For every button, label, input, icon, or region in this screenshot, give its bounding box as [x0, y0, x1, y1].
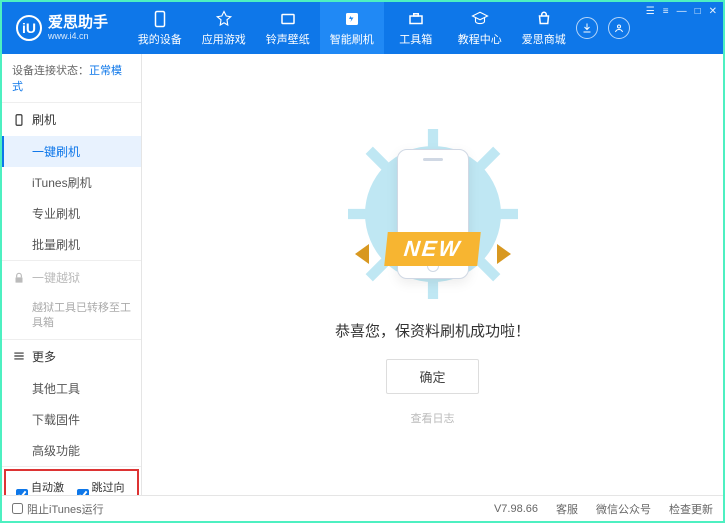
view-log-link[interactable]: 查看日志 — [411, 410, 455, 426]
success-illustration: NEW — [343, 124, 523, 304]
sidebar-item-oneclick-flash[interactable]: 一键刷机 — [2, 136, 141, 167]
sidebar-item-other-tools[interactable]: 其他工具 — [2, 373, 141, 404]
ribbon-end — [355, 244, 369, 264]
menu-icon[interactable]: ☰ — [646, 6, 655, 17]
lock-icon — [12, 271, 26, 285]
nav-label: 教程中心 — [458, 31, 502, 47]
top-nav: 我的设备 应用游戏 铃声壁纸 智能刷机 工具箱 教程中心 爱思商城 — [128, 2, 576, 54]
nav-my-device[interactable]: 我的设备 — [128, 2, 192, 54]
sidebar-head-label: 一键越狱 — [32, 269, 80, 286]
minimize-icon[interactable]: — — [677, 6, 687, 17]
maximize-icon[interactable]: □ — [695, 6, 701, 17]
main-content: NEW 恭喜您，保资料刷机成功啦！ 确定 查看日志 — [142, 54, 723, 495]
sidebar-jailbreak-note: 越狱工具已转移至工具箱 — [2, 294, 141, 339]
sidebar-item-batch-flash[interactable]: 批量刷机 — [2, 229, 141, 260]
nav-label: 爱思商城 — [522, 31, 566, 47]
nav-smart-flash[interactable]: 智能刷机 — [320, 2, 384, 54]
brand-url: www.i4.cn — [48, 31, 108, 41]
new-banner: NEW — [384, 232, 481, 266]
ribbon-end — [497, 244, 511, 264]
nav-label: 工具箱 — [399, 31, 432, 47]
sidebar: 设备连接状态：正常模式 刷机 一键刷机 iTunes刷机 专业刷机 批量刷机 一… — [2, 54, 142, 495]
download-button[interactable] — [576, 17, 598, 39]
skip-guide-checkbox[interactable]: 跳过向导 — [77, 479, 128, 495]
sidebar-head-label: 刷机 — [32, 111, 56, 128]
nav-apps[interactable]: 应用游戏 — [192, 2, 256, 54]
nav-ringtones[interactable]: 铃声壁纸 — [256, 2, 320, 54]
sidebar-head-jailbreak: 一键越狱 — [2, 261, 141, 294]
close-icon[interactable]: ✕ — [709, 6, 717, 17]
connection-status: 设备连接状态：正常模式 — [2, 54, 141, 103]
block-itunes-checkbox[interactable]: 阻止iTunes运行 — [12, 501, 104, 517]
nav-label: 我的设备 — [138, 31, 182, 47]
service-link[interactable]: 客服 — [556, 501, 578, 517]
flash-options: 自动激活 跳过向导 — [4, 469, 139, 495]
nav-label: 铃声壁纸 — [266, 31, 310, 47]
checkbox-label: 跳过向导 — [92, 479, 128, 495]
nav-label: 智能刷机 — [330, 31, 374, 47]
checkbox-label: 阻止iTunes运行 — [27, 501, 104, 517]
window-controls: ☰ ≡ — □ ✕ — [640, 2, 723, 54]
sidebar-head-more[interactable]: 更多 — [2, 340, 141, 373]
settings-icon[interactable]: ≡ — [663, 6, 669, 17]
nav-toolbox[interactable]: 工具箱 — [384, 2, 448, 54]
footer: 阻止iTunes运行 V7.98.66 客服 微信公众号 检查更新 — [2, 495, 723, 521]
conn-label: 设备连接状态： — [12, 65, 89, 77]
logo-icon: iU — [16, 15, 42, 41]
wechat-link[interactable]: 微信公众号 — [596, 501, 651, 517]
version-label: V7.98.66 — [494, 503, 538, 515]
sidebar-item-download-firmware[interactable]: 下载固件 — [2, 404, 141, 435]
nav-label: 应用游戏 — [202, 31, 246, 47]
sidebar-item-pro-flash[interactable]: 专业刷机 — [2, 198, 141, 229]
nav-tutorials[interactable]: 教程中心 — [448, 2, 512, 54]
header-actions — [576, 17, 640, 39]
brand-name: 爱思助手 — [48, 15, 108, 32]
titlebar: iU 爱思助手 www.i4.cn 我的设备 应用游戏 铃声壁纸 智能刷机 工具… — [2, 2, 723, 54]
user-button[interactable] — [608, 17, 630, 39]
brand: iU 爱思助手 www.i4.cn — [2, 15, 128, 42]
checkbox-label: 自动激活 — [31, 479, 67, 495]
nav-store[interactable]: 爱思商城 — [512, 2, 576, 54]
sidebar-item-advanced[interactable]: 高级功能 — [2, 435, 141, 466]
ok-button[interactable]: 确定 — [386, 359, 478, 394]
success-message: 恭喜您，保资料刷机成功啦！ — [335, 320, 530, 341]
sidebar-head-label: 更多 — [32, 348, 56, 365]
sidebar-head-flash[interactable]: 刷机 — [2, 103, 141, 136]
check-update-link[interactable]: 检查更新 — [669, 501, 713, 517]
auto-activate-checkbox[interactable]: 自动激活 — [16, 479, 67, 495]
sidebar-item-itunes-flash[interactable]: iTunes刷机 — [2, 167, 141, 198]
